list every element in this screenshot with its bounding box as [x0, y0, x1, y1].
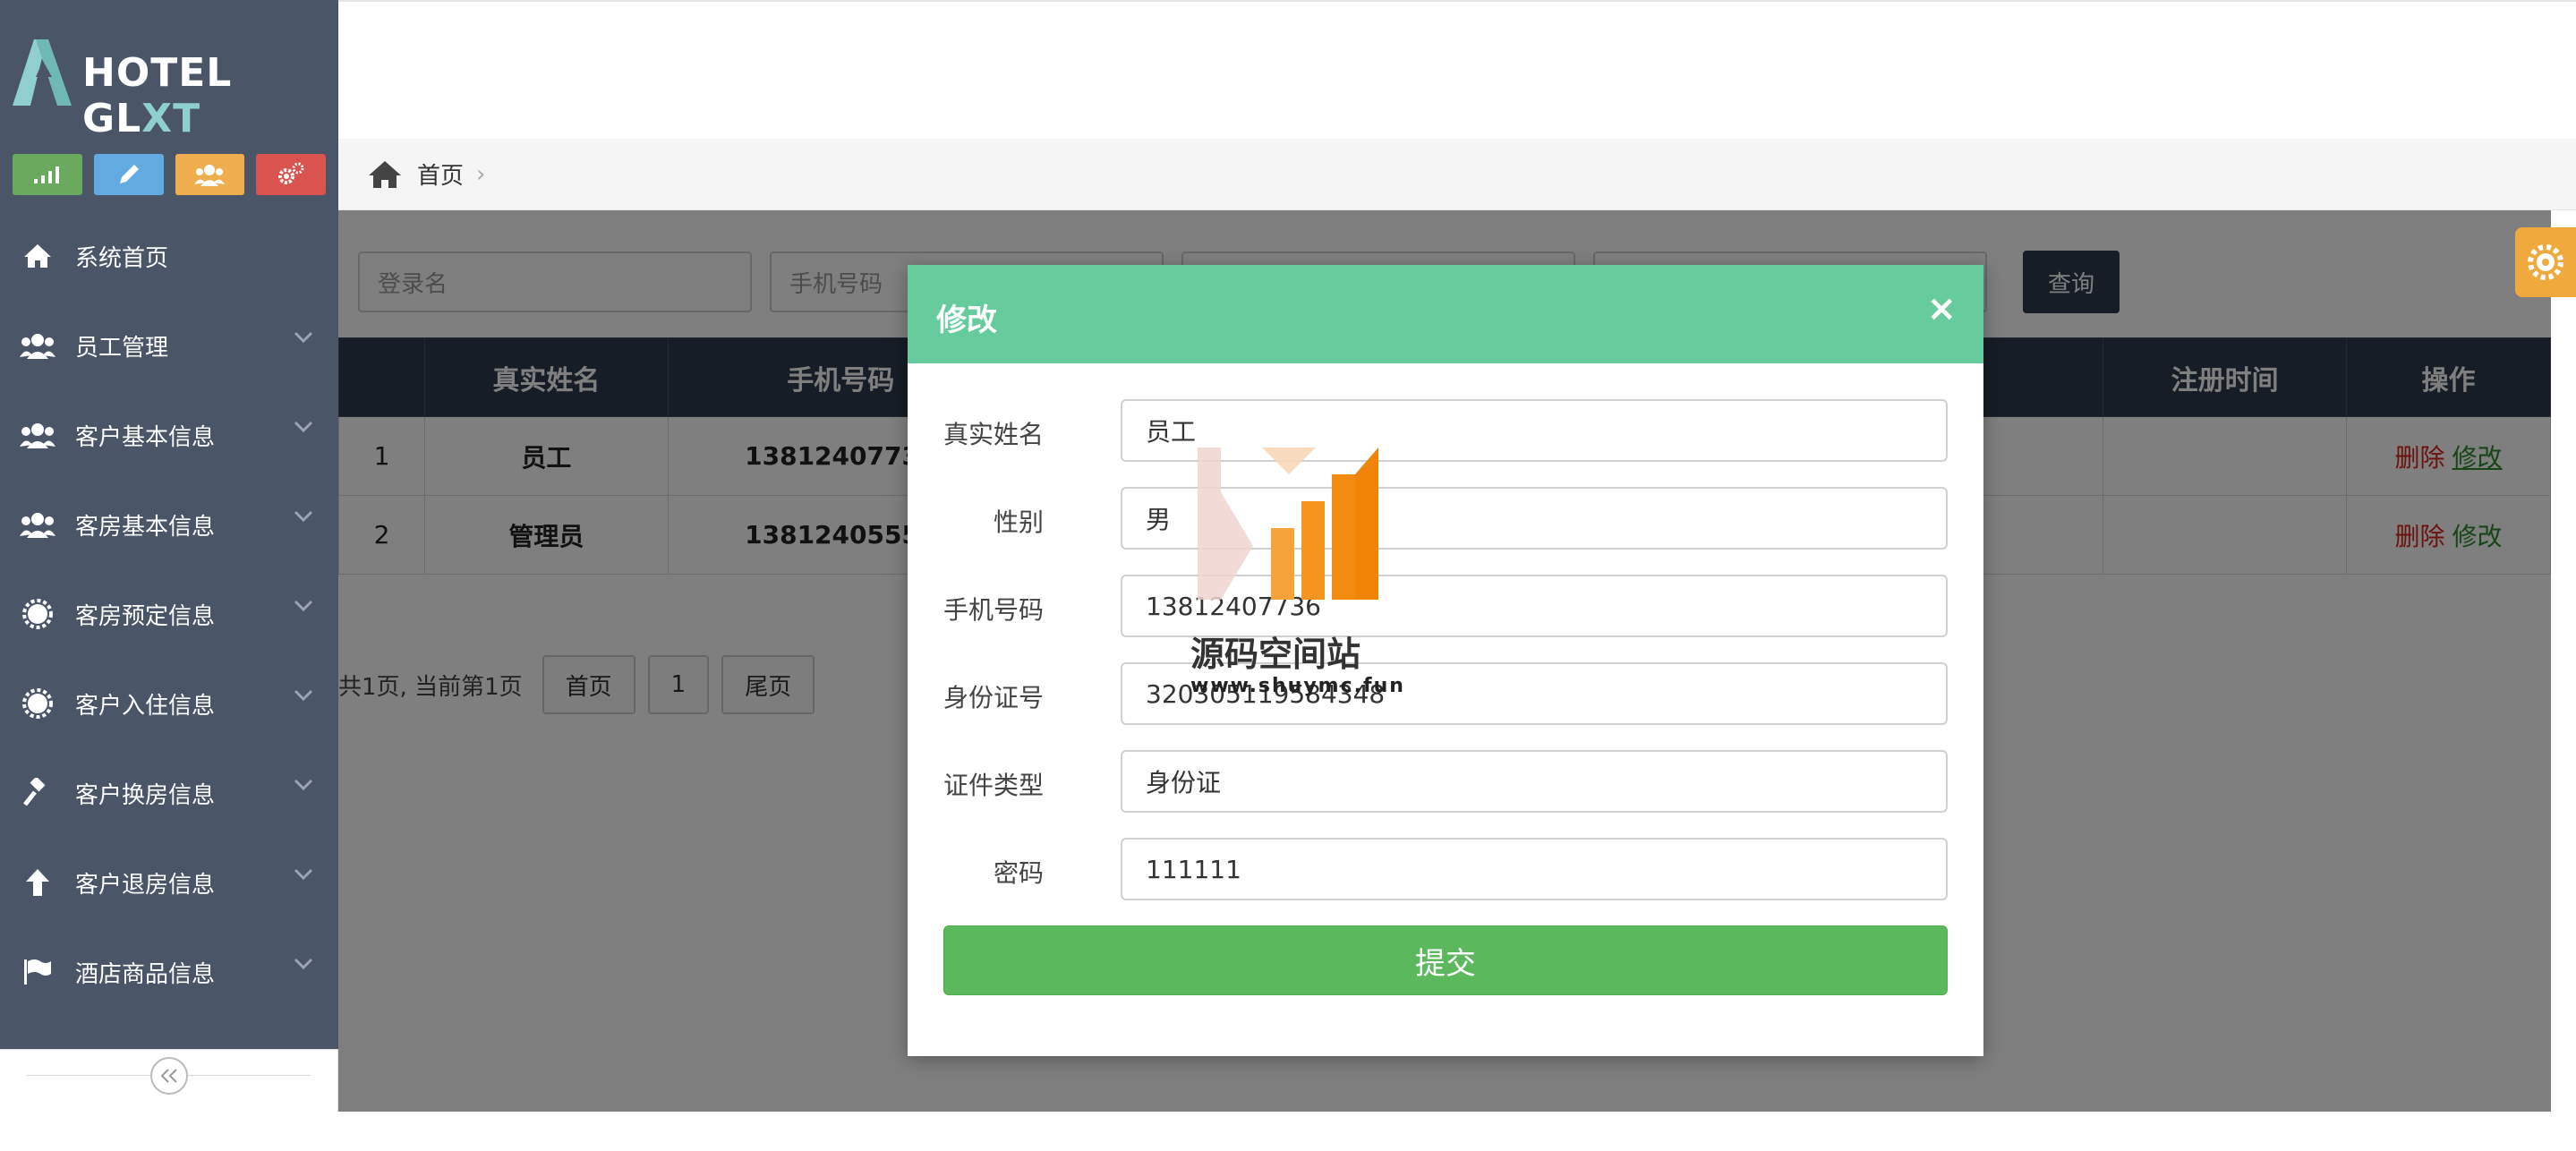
users-icon [20, 328, 55, 363]
sidebar-item-label: 系统首页 [75, 244, 169, 272]
sidebar-item-label: 客户换房信息 [75, 781, 216, 809]
shortcut-pencil-button[interactable] [93, 154, 164, 195]
sidebar-item-room-info[interactable]: 客房基本信息 [0, 480, 338, 569]
gear-icon [20, 596, 55, 632]
arrow-up-icon [20, 865, 55, 900]
logo: HOTEL GLXT [0, 0, 338, 143]
sidebar: HOTEL GLXT 系统首页 员工管理 客户基本信息 客房基本信息 客房预定信… [0, 0, 338, 1112]
id-type-label: 证件类型 [943, 771, 1044, 800]
flag-icon [20, 954, 55, 990]
chevron-down-icon [294, 510, 313, 523]
sidebar-item-room-change[interactable]: 客户换房信息 [0, 748, 338, 838]
gender-label: 性别 [993, 507, 1044, 537]
form-row-id-type: 证件类型 身份证 [908, 750, 1983, 813]
chevron-down-icon [294, 689, 313, 702]
form-row-real-name: 真实姓名 员工 [908, 399, 1983, 462]
sidebar-item-room-booking[interactable]: 客房预定信息 [0, 569, 338, 659]
signal-icon [33, 166, 59, 183]
form-row-phone: 手机号码 13812407736 [908, 575, 1983, 637]
brand-name: HOTEL GLXT [82, 50, 338, 141]
users-icon [20, 507, 55, 542]
home-icon[interactable] [367, 159, 403, 190]
gear-icon [20, 686, 55, 721]
form-row-id-number: 身份证号 320305119584348 [908, 662, 1983, 725]
shortcut-cogs-button[interactable] [256, 154, 326, 195]
sidebar-item-label: 员工管理 [75, 334, 169, 362]
sidebar-item-checkout[interactable]: 客户退房信息 [0, 838, 338, 927]
sidebar-item-label: 客房基本信息 [75, 513, 216, 541]
real-name-label: 真实姓名 [943, 420, 1044, 449]
chevron-down-icon [294, 958, 313, 970]
gear-icon [2528, 244, 2563, 280]
sidebar-item-label: 酒店商品信息 [75, 960, 216, 988]
settings-toggle-button[interactable] [2515, 227, 2576, 297]
watermark-text: 源码空间站 [1190, 635, 1361, 674]
password-input[interactable]: 111111 [1121, 838, 1948, 900]
shortcut-buttons [13, 154, 326, 195]
form-row-password: 密码 111111 [908, 838, 1983, 900]
breadcrumb: 首页 › [338, 139, 2576, 210]
id-number-label: 身份证号 [943, 683, 1044, 712]
chevron-down-icon [294, 600, 313, 612]
shortcut-signal-button[interactable] [13, 154, 82, 195]
shortcut-users-button[interactable] [175, 154, 245, 195]
sidebar-item-label: 客户入住信息 [75, 692, 216, 720]
chevron-down-icon [294, 331, 313, 344]
sidebar-footer [0, 1049, 338, 1112]
id-type-input[interactable]: 身份证 [1121, 750, 1948, 813]
form-row-gender: 性别 男 [908, 487, 1983, 550]
password-label: 密码 [993, 858, 1044, 888]
sidebar-item-customer-info[interactable]: 客户基本信息 [0, 390, 338, 480]
sidebar-menu: 系统首页 员工管理 客户基本信息 客房基本信息 客房预定信息 客户入住信息 客户… [0, 211, 338, 1017]
gavel-icon [20, 775, 55, 811]
chevron-down-icon [294, 868, 313, 881]
brand-name-accent: XT [141, 96, 201, 141]
edit-modal: 修改 × 真实姓名 员工 性别 男 手机号码 13812407736 身份证号 … [908, 265, 1983, 1056]
logo-mark-icon [13, 39, 72, 106]
close-button[interactable]: × [1926, 288, 1957, 329]
modal-title: 修改 [936, 303, 997, 338]
breadcrumb-home-link[interactable]: 首页 [417, 158, 464, 191]
double-chevron-left-icon [160, 1069, 177, 1083]
sidebar-item-label: 客户退房信息 [75, 871, 216, 899]
top-navbar [338, 0, 2576, 139]
sidebar-item-goods[interactable]: 酒店商品信息 [0, 927, 338, 1017]
home-icon [20, 238, 55, 274]
users-icon [20, 417, 55, 453]
watermark-url: www.shuymc.fun [1190, 675, 1405, 697]
breadcrumb-separator: › [476, 160, 486, 188]
cogs-icon [278, 162, 304, 184]
users-icon [194, 165, 226, 186]
sidebar-collapse-button[interactable] [150, 1057, 188, 1095]
sidebar-item-staff[interactable]: 员工管理 [0, 301, 338, 390]
chevron-down-icon [294, 421, 313, 433]
sidebar-item-label: 客房预定信息 [75, 602, 216, 630]
modal-header: 修改 × [908, 265, 1983, 363]
sidebar-item-home[interactable]: 系统首页 [0, 211, 338, 301]
chevron-down-icon [294, 779, 313, 791]
pencil-icon [119, 165, 139, 183]
phone-label: 手机号码 [943, 595, 1044, 625]
submit-button[interactable]: 提交 [943, 925, 1948, 995]
sidebar-item-checkin[interactable]: 客户入住信息 [0, 659, 338, 748]
sidebar-item-label: 客户基本信息 [75, 423, 216, 451]
